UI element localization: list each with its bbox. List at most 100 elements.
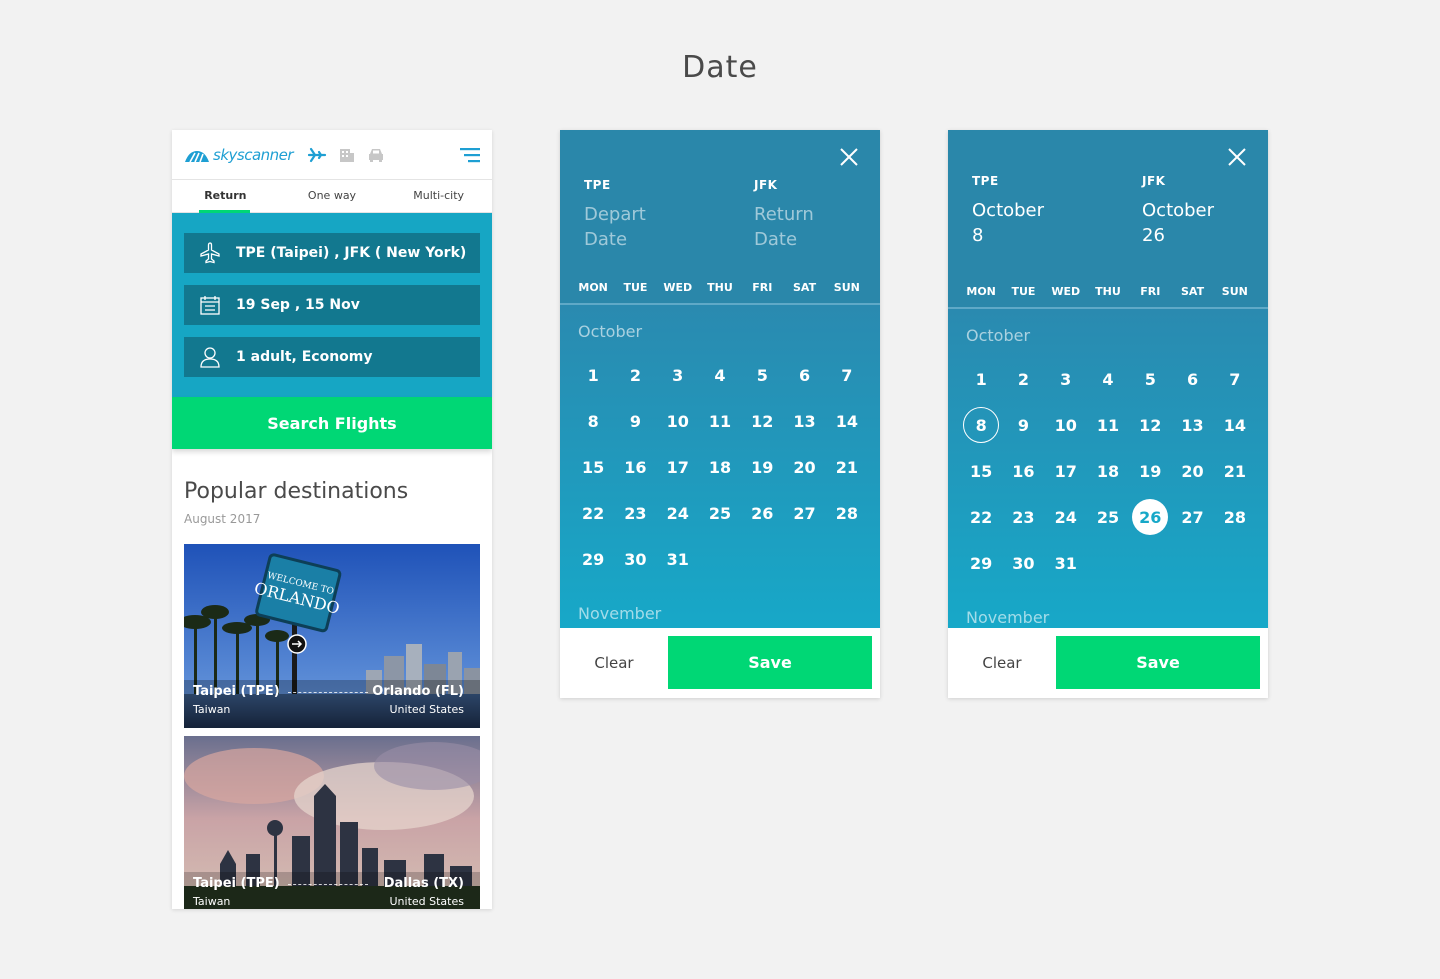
calendar-day[interactable]: 27 bbox=[783, 490, 825, 536]
return-column[interactable]: JFK October 26 bbox=[1142, 174, 1214, 248]
calendar-day[interactable]: 20 bbox=[1171, 448, 1213, 494]
calendar-day[interactable]: 31 bbox=[657, 536, 699, 582]
calendar-day[interactable]: 29 bbox=[572, 536, 614, 582]
passenger-field[interactable]: 1 adult, Economy bbox=[184, 337, 480, 377]
calendar-day[interactable]: 15 bbox=[572, 444, 614, 490]
calendar-scroll[interactable]: October 1 2 3 4 5 6 7 8 9 10 11 12 13 14 15 16 17 18 19 20 2… bbox=[948, 309, 1268, 628]
calendar-day[interactable]: 30 bbox=[614, 536, 656, 582]
calendar-day[interactable]: 21 bbox=[1214, 448, 1256, 494]
calendar-day[interactable]: 29 bbox=[960, 540, 1002, 586]
day-number: 9 bbox=[1017, 415, 1029, 435]
calendar-day[interactable]: 12 bbox=[1129, 402, 1171, 448]
calendar-day[interactable]: 2 bbox=[614, 352, 656, 398]
calendar-day[interactable]: 11 bbox=[1087, 402, 1129, 448]
tab-return[interactable]: Return bbox=[172, 180, 279, 213]
calendar-day[interactable]: 18 bbox=[699, 444, 741, 490]
calendar-day[interactable]: 24 bbox=[657, 490, 699, 536]
calendar-day[interactable]: 21 bbox=[826, 444, 868, 490]
calendar-day[interactable]: 6 bbox=[783, 352, 825, 398]
day-number: 29 bbox=[970, 553, 993, 573]
route-field[interactable]: TPE (Taipei) , JFK ( New York) bbox=[184, 233, 480, 273]
calendar-day[interactable]: 30 bbox=[1002, 540, 1044, 586]
calendar-day[interactable]: 15 bbox=[960, 448, 1002, 494]
calendar-icon bbox=[200, 296, 220, 315]
calendar-day[interactable]: 23 bbox=[614, 490, 656, 536]
calendar-day[interactable]: 7 bbox=[1214, 356, 1256, 402]
calendar-day[interactable]: 7 bbox=[826, 352, 868, 398]
calendar-day[interactable]: 16 bbox=[614, 444, 656, 490]
menu-icon[interactable] bbox=[460, 147, 480, 163]
weekday-label: FRI bbox=[752, 281, 773, 294]
calendar-day[interactable]: 12 bbox=[741, 398, 783, 444]
save-button[interactable]: Save bbox=[1056, 636, 1260, 689]
day-grid: 1 2 3 4 5 6 7 8 9 10 11 12 13 14 15 16 17 18 19 20 21 22 23 24 2… bbox=[572, 352, 868, 582]
car-icon[interactable] bbox=[367, 147, 385, 163]
day-number: 25 bbox=[1096, 507, 1120, 527]
calendar-day[interactable]: 20 bbox=[783, 444, 825, 490]
calendar-day[interactable]: 22 bbox=[960, 494, 1002, 540]
clear-button[interactable]: Clear bbox=[560, 654, 668, 672]
destination-card-orlando[interactable]: WELCOME TO ORLANDO Taipei (TPE) Taiwan O… bbox=[184, 544, 480, 728]
day-number: 27 bbox=[1181, 507, 1204, 527]
calendar-day[interactable]: 26 bbox=[741, 490, 783, 536]
calendar-day-depart[interactable]: 8 bbox=[960, 402, 1002, 448]
calendar-day[interactable]: 27 bbox=[1171, 494, 1213, 540]
calendar-day[interactable]: 13 bbox=[1171, 402, 1213, 448]
calendar-day[interactable]: 17 bbox=[657, 444, 699, 490]
calendar-day[interactable]: 18 bbox=[1087, 448, 1129, 494]
date-field[interactable]: 19 Sep , 15 Nov bbox=[184, 285, 480, 325]
tab-one-way[interactable]: One way bbox=[279, 180, 386, 212]
calendar-day[interactable]: 4 bbox=[699, 352, 741, 398]
depart-column[interactable]: TPE October 8 bbox=[972, 174, 1044, 248]
return-column[interactable]: JFK Return Date bbox=[754, 178, 814, 252]
day-number: 13 bbox=[1181, 415, 1204, 435]
calendar-day[interactable]: 14 bbox=[1214, 402, 1256, 448]
calendar-day[interactable]: 16 bbox=[1002, 448, 1044, 494]
destination-card-dallas[interactable]: Taipei (TPE) Taiwan Dallas (TX) United S… bbox=[184, 736, 480, 909]
origin-country: Taiwan bbox=[193, 703, 231, 716]
calendar-scroll[interactable]: October 1 2 3 4 5 6 7 8 9 10 11 12 13 14 15 16 17 18 19 20 2… bbox=[560, 305, 880, 628]
plane-icon[interactable] bbox=[307, 147, 327, 163]
calendar-day[interactable]: 28 bbox=[826, 490, 868, 536]
calendar-day[interactable]: 1 bbox=[960, 356, 1002, 402]
calendar-day[interactable]: 25 bbox=[699, 490, 741, 536]
hotel-icon[interactable] bbox=[339, 147, 355, 163]
calendar-day[interactable]: 13 bbox=[783, 398, 825, 444]
day-number: 7 bbox=[1229, 369, 1241, 389]
calendar-day[interactable]: 25 bbox=[1087, 494, 1129, 540]
calendar-day[interactable]: 5 bbox=[741, 352, 783, 398]
calendar-day[interactable]: 9 bbox=[614, 398, 656, 444]
calendar-day[interactable]: 6 bbox=[1171, 356, 1213, 402]
calendar-day[interactable]: 24 bbox=[1045, 494, 1087, 540]
page-title: Date bbox=[682, 50, 758, 85]
calendar-day[interactable]: 28 bbox=[1214, 494, 1256, 540]
calendar-day[interactable]: 9 bbox=[1002, 402, 1044, 448]
calendar-day[interactable]: 19 bbox=[1129, 448, 1171, 494]
close-icon[interactable] bbox=[1228, 148, 1246, 166]
save-button[interactable]: Save bbox=[668, 636, 872, 689]
calendar-day[interactable]: 10 bbox=[1045, 402, 1087, 448]
calendar-day[interactable]: 2 bbox=[1002, 356, 1044, 402]
calendar-day[interactable]: 3 bbox=[1045, 356, 1087, 402]
calendar-day[interactable]: 1 bbox=[572, 352, 614, 398]
weekday-label: MON bbox=[578, 281, 608, 294]
calendar-day[interactable]: 8 bbox=[572, 398, 614, 444]
close-icon[interactable] bbox=[840, 148, 858, 166]
calendar-day[interactable]: 22 bbox=[572, 490, 614, 536]
calendar-day[interactable]: 19 bbox=[741, 444, 783, 490]
calendar-day[interactable]: 14 bbox=[826, 398, 868, 444]
clear-button[interactable]: Clear bbox=[948, 654, 1056, 672]
calendar-day[interactable]: 31 bbox=[1045, 540, 1087, 586]
tab-multi-city[interactable]: Multi-city bbox=[385, 180, 492, 212]
calendar-day[interactable]: 4 bbox=[1087, 356, 1129, 402]
search-flights-button[interactable]: Search Flights bbox=[172, 397, 492, 449]
calendar-day[interactable]: 23 bbox=[1002, 494, 1044, 540]
calendar-day-return[interactable]: 26 bbox=[1129, 494, 1171, 540]
calendar-day[interactable]: 11 bbox=[699, 398, 741, 444]
skyscanner-logo[interactable]: skyscanner bbox=[184, 146, 294, 164]
calendar-day[interactable]: 17 bbox=[1045, 448, 1087, 494]
calendar-day[interactable]: 3 bbox=[657, 352, 699, 398]
calendar-day[interactable]: 5 bbox=[1129, 356, 1171, 402]
depart-column[interactable]: TPE Depart Date bbox=[584, 178, 646, 252]
calendar-day[interactable]: 10 bbox=[657, 398, 699, 444]
